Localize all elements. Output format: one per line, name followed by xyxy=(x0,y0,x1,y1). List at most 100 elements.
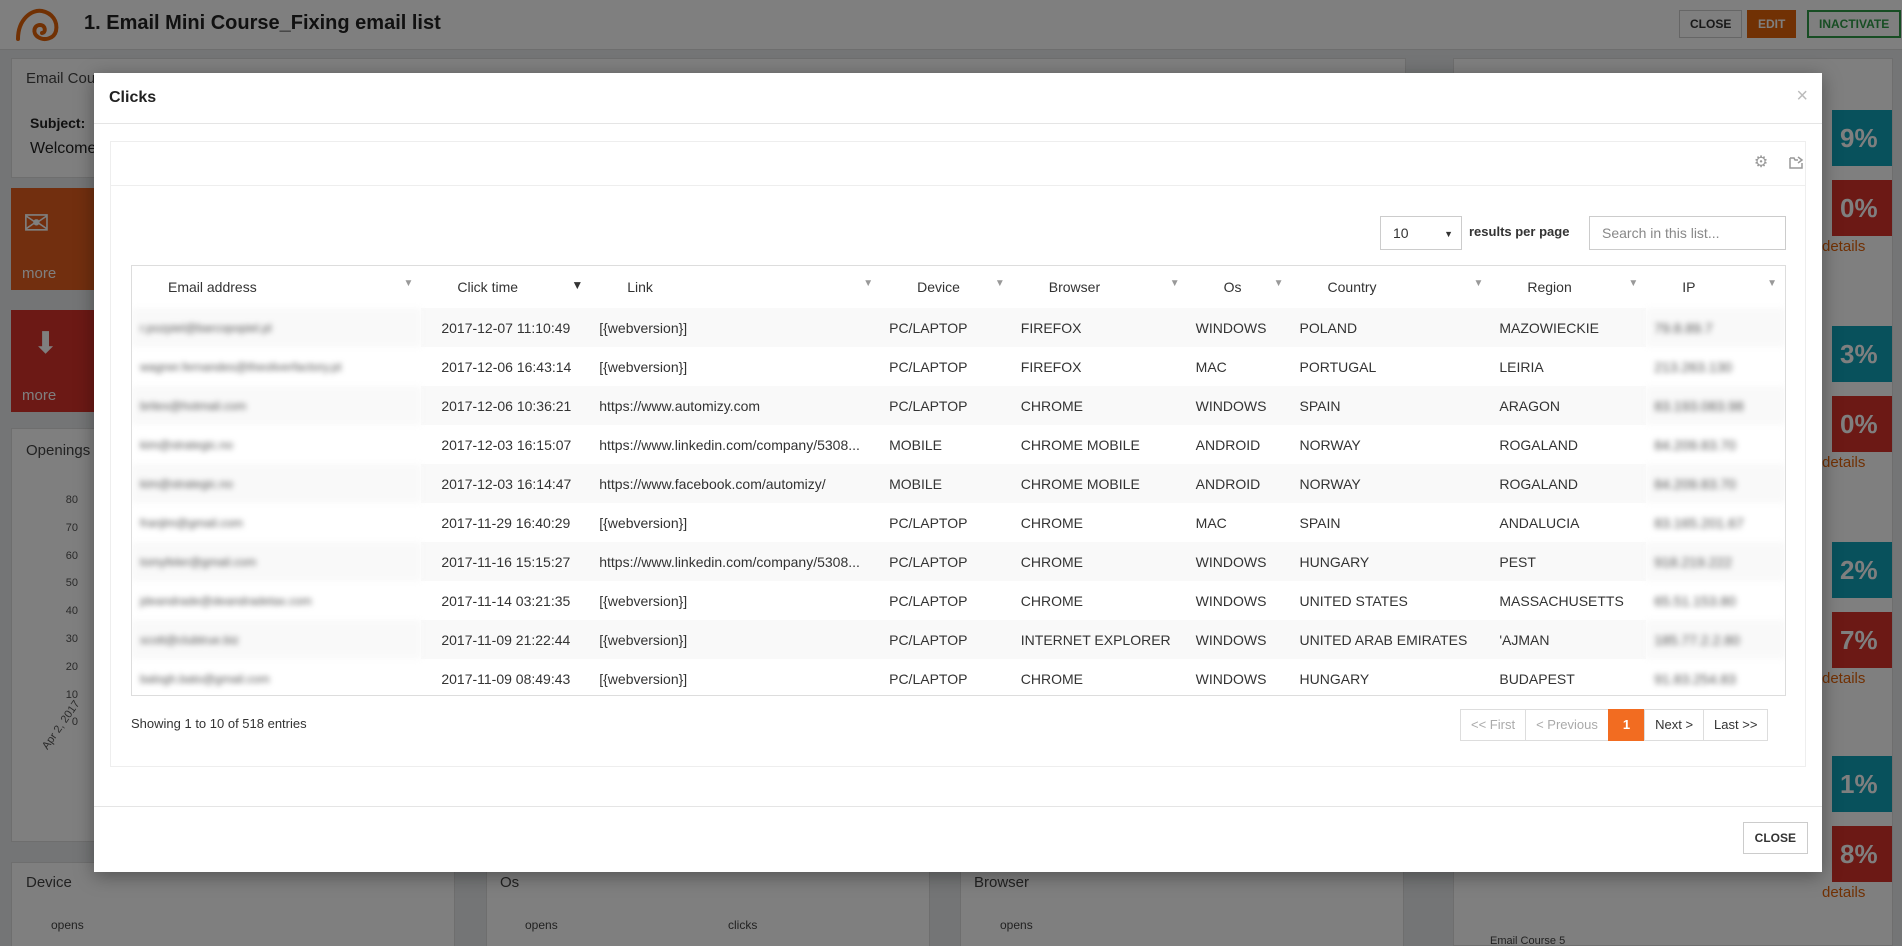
column-header-label: Region xyxy=(1527,279,1572,295)
table-row[interactable]: kim@strategic.no 2017-12-03 16:15:07 https… xyxy=(132,425,1785,464)
column-header-label: Os xyxy=(1223,279,1242,295)
table-row[interactable]: britex@hotmail.com 2017-12-06 10:36:21 htt… xyxy=(132,386,1785,425)
table-row[interactable]: scott@clubtrue.biz 2017-11-09 21:22:44 [{w… xyxy=(132,620,1785,659)
country-cell: NORWAY xyxy=(1291,464,1492,503)
device-cell: PC/LAPTOP xyxy=(881,620,1013,659)
email-cell: balogh.bato@gmail.com xyxy=(140,671,270,686)
modal-footer: CLOSE xyxy=(94,806,1822,872)
click-time-cell: 2017-12-03 16:14:47 xyxy=(421,464,592,503)
results-per-page-select[interactable]: 10 ▼ xyxy=(1380,216,1462,250)
region-cell: ARAGON xyxy=(1491,386,1647,425)
column-header-label: Link xyxy=(627,279,653,295)
column-header-label: Browser xyxy=(1048,279,1101,295)
sort-descending-icon[interactable]: ▼ xyxy=(571,278,583,292)
next-page-button[interactable]: Next > xyxy=(1644,709,1705,741)
link-cell: [{webversion}] xyxy=(599,358,688,375)
click-time-cell: 2017-11-09 21:22:44 xyxy=(421,620,592,659)
column-header-label: Click time xyxy=(457,279,519,295)
export-icon[interactable] xyxy=(1787,154,1805,172)
region-cell: ROGALAND xyxy=(1499,436,1578,453)
sort-icon[interactable]: ▼ xyxy=(1170,278,1180,289)
browser-cell: CHROME xyxy=(1020,670,1083,687)
column-header-label: Country xyxy=(1327,279,1377,295)
ip-cell: 84.209.83.70 xyxy=(1654,436,1736,453)
column-header[interactable]: IP ▼ xyxy=(1646,266,1785,308)
table-row[interactable]: jdeandrade@deandradetax.com 2017-11-14 03… xyxy=(132,581,1785,620)
link-cell: https://www.automizy.com xyxy=(591,386,882,425)
column-header[interactable]: Email address ▼ xyxy=(132,266,421,308)
column-header[interactable]: Country ▼ xyxy=(1292,266,1492,308)
column-header[interactable]: Region ▼ xyxy=(1491,266,1646,308)
click-time-cell: 2017-12-07 11:10:49 xyxy=(421,308,592,347)
table-row[interactable]: tomyfeler@gmail.com 2017-11-16 15:15:27 ht… xyxy=(132,542,1785,581)
ip-cell: 918.219.222 xyxy=(1646,542,1785,581)
column-header[interactable]: Os ▼ xyxy=(1188,266,1292,308)
country-cell: UNITED ARAB EMIRATES xyxy=(1291,620,1492,659)
close-icon[interactable]: × xyxy=(1796,85,1808,108)
os-cell: WINDOWS xyxy=(1187,620,1292,659)
gear-icon[interactable]: ⚙ xyxy=(1752,154,1770,172)
sort-icon[interactable]: ▼ xyxy=(1767,278,1777,289)
table-row[interactable]: wagner.fernandes@theoliverfactory.pt 2017… xyxy=(132,347,1785,386)
column-header[interactable]: Click time ▼ xyxy=(421,266,591,308)
clicks-modal: Clicks × ⚙ 10 ▼ results per page Email a… xyxy=(94,73,1822,872)
link-cell: [{webversion}] xyxy=(591,308,882,347)
region-cell: ROGALAND xyxy=(1491,464,1647,503)
entries-info: Showing 1 to 10 of 518 entries xyxy=(131,716,307,731)
region-cell: MAZOWIECKIE xyxy=(1491,308,1647,347)
previous-page-button[interactable]: < Previous xyxy=(1525,709,1609,741)
sort-icon[interactable]: ▼ xyxy=(1473,278,1483,289)
sort-icon[interactable]: ▼ xyxy=(995,278,1005,289)
browser-cell: CHROME MOBILE xyxy=(1020,436,1140,453)
link-cell: [{webversion}] xyxy=(591,620,882,659)
email-cell: kim@strategic.no xyxy=(140,437,233,452)
ip-cell: 91.83.254.83 xyxy=(1654,670,1736,687)
sort-icon[interactable]: ▼ xyxy=(1628,278,1638,289)
table-row[interactable]: kim@strategic.no 2017-12-03 16:14:47 https… xyxy=(132,464,1785,503)
os-cell: WINDOWS xyxy=(1195,670,1267,687)
table-row[interactable]: franjlm@gmail.com 2017-11-29 16:40:29 [{we… xyxy=(132,503,1785,542)
browser-cell: CHROME MOBILE xyxy=(1012,464,1188,503)
link-cell: [{webversion}] xyxy=(599,514,688,531)
current-page-button[interactable]: 1 xyxy=(1607,709,1646,741)
country-cell: SPAIN xyxy=(1291,386,1492,425)
modal-close-button[interactable]: CLOSE xyxy=(1742,822,1808,854)
click-time-cell: 2017-11-09 08:49:43 xyxy=(441,670,571,687)
link-cell: https://www.linkedin.com/company/5308... xyxy=(599,436,860,453)
column-header[interactable]: Link ▼ xyxy=(591,266,881,308)
modal-header: Clicks × xyxy=(94,73,1822,124)
first-page-button[interactable]: << First xyxy=(1460,709,1527,741)
country-cell: UNITED STATES xyxy=(1299,592,1408,609)
last-page-button[interactable]: Last >> xyxy=(1703,709,1769,741)
email-cell: wagner.fernandes@theoliverfactory.pt xyxy=(140,359,342,374)
list-toolbar: ⚙ xyxy=(111,142,1805,186)
sort-icon[interactable]: ▼ xyxy=(1274,278,1284,289)
column-header[interactable]: Browser ▼ xyxy=(1013,266,1188,308)
email-cell: jdeandrade@deandradetax.com xyxy=(140,593,312,608)
device-cell: MOBILE xyxy=(881,464,1013,503)
column-header-label: Device xyxy=(917,279,960,295)
region-cell: ANDALUCIA xyxy=(1499,514,1580,531)
table-row[interactable]: balogh.bato@gmail.com 2017-11-09 08:49:43… xyxy=(132,659,1785,695)
device-cell: MOBILE xyxy=(889,436,943,453)
region-cell: 'AJMAN xyxy=(1491,620,1647,659)
sort-icon[interactable]: ▼ xyxy=(863,278,873,289)
os-cell: MAC xyxy=(1195,514,1227,531)
click-time-cell: 2017-12-06 10:36:21 xyxy=(421,386,592,425)
country-cell: NORWAY xyxy=(1299,436,1361,453)
email-cell: r.pozpiel@barcopopiel.pl xyxy=(132,308,422,347)
search-input[interactable] xyxy=(1589,216,1786,250)
sort-icon[interactable]: ▼ xyxy=(403,278,413,289)
click-time-cell: 2017-11-29 16:40:29 xyxy=(441,514,571,531)
link-cell: https://www.facebook.com/automizy/ xyxy=(591,464,882,503)
modal-title: Clicks xyxy=(109,89,157,106)
click-time-cell: 2017-12-03 16:15:07 xyxy=(441,436,572,453)
results-per-page-label: results per page xyxy=(1469,224,1570,239)
table-row[interactable]: r.pozpiel@barcopopiel.pl 2017-12-07 11:10… xyxy=(132,308,1785,347)
column-header[interactable]: Device ▼ xyxy=(881,266,1013,308)
device-cell: PC/LAPTOP xyxy=(889,358,968,375)
country-cell: SPAIN xyxy=(1299,514,1341,531)
email-cell: tomyfeler@gmail.com xyxy=(132,542,422,581)
browser-cell: CHROME xyxy=(1020,514,1083,531)
device-cell: PC/LAPTOP xyxy=(889,670,968,687)
